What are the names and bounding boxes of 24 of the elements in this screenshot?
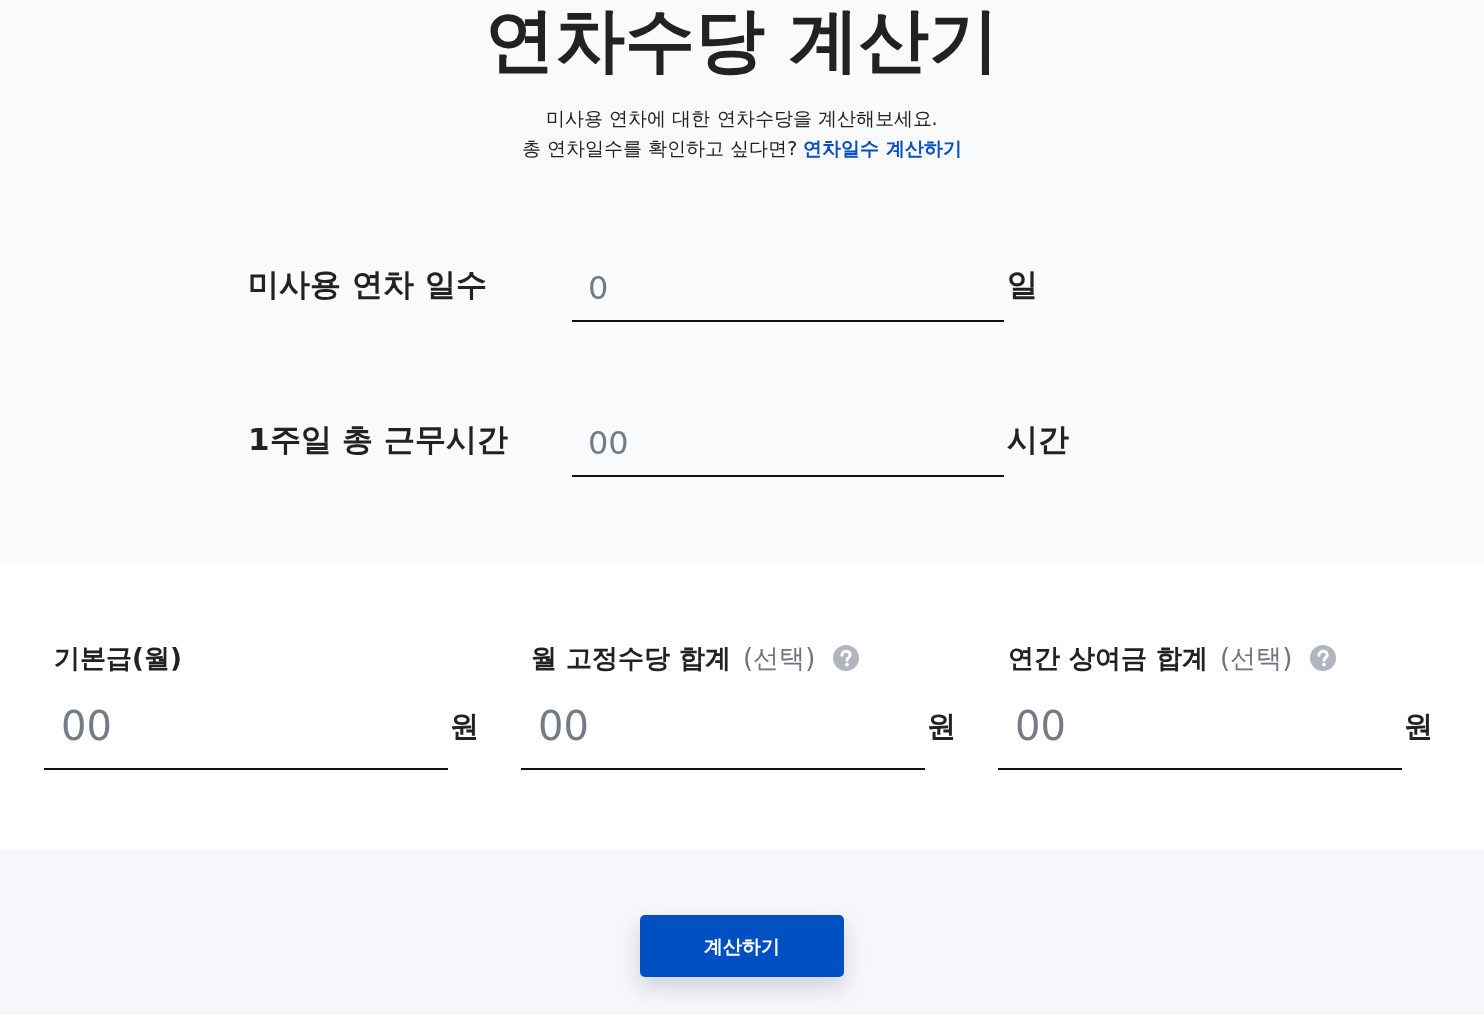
field-label: 연간 상여금 합계: [1008, 642, 1209, 675]
field-label: 미사용 연차 일수: [247, 264, 488, 304]
input-field[interactable]: 00: [521, 698, 925, 770]
input-field[interactable]: 00: [998, 698, 1402, 770]
field-label: 월 고정수당 합계: [531, 642, 732, 675]
intro-question: 총 연차일수를 확인하고 싶다면? 연차일수 계산하기: [521, 136, 963, 161]
unit-label: 원: [927, 708, 956, 746]
optional-label: (선택): [743, 642, 816, 675]
unit-label: 원: [1404, 708, 1433, 746]
optional-label: (선택): [1220, 642, 1293, 675]
unit-label: 원: [450, 708, 479, 746]
help-icon[interactable]: [1310, 645, 1337, 671]
field-label: 1주일 총 근무시간: [247, 419, 510, 459]
unit-label: 시간: [1007, 419, 1069, 459]
input-field[interactable]: 00: [572, 415, 1004, 477]
field-label: 기본급(월): [54, 642, 182, 675]
input-field[interactable]: 00: [44, 698, 448, 770]
help-icon[interactable]: [833, 645, 860, 671]
input-field[interactable]: 0: [572, 260, 1004, 322]
page-title: 연차수당 계산기: [483, 0, 1001, 80]
calculate-button[interactable]: 계산하기: [640, 915, 844, 977]
unit-label: 일: [1007, 264, 1038, 304]
annual-leave-link[interactable]: 연차일수 계산하기: [803, 137, 962, 159]
intro-text: 미사용 연차에 대한 연차수당을 계산해보세요.: [545, 106, 939, 131]
